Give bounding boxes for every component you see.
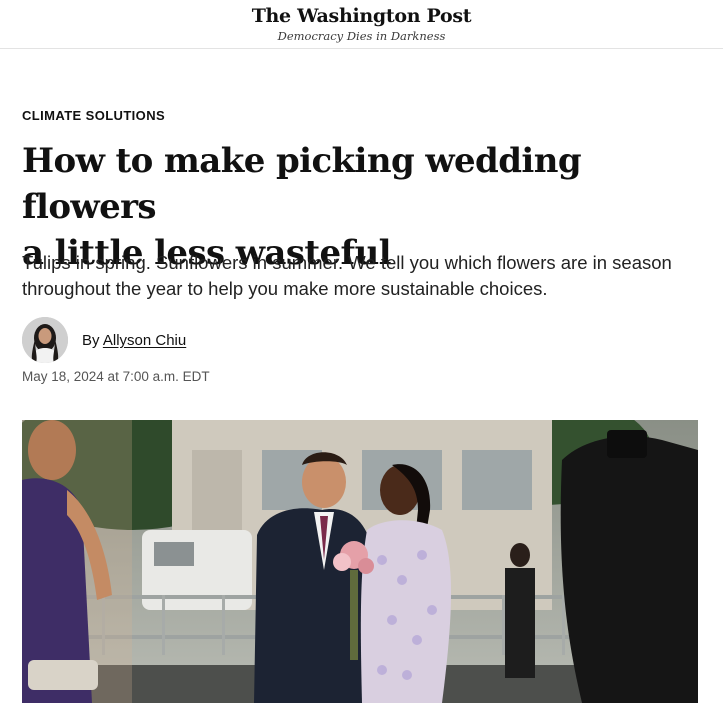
headline-line-1: How to make picking wedding flowers [22,141,582,227]
wedding-couple-photo-icon [22,420,698,703]
masthead-tagline: Democracy Dies in Darkness [277,29,446,43]
author-link[interactable]: Allyson Chiu [103,332,186,349]
author-avatar[interactable] [22,317,68,363]
section-kicker[interactable]: CLIMATE SOLUTIONS [22,108,165,123]
publish-timestamp: May 18, 2024 at 7:00 a.m. EDT [22,369,210,384]
byline-prefix: By [82,332,100,349]
author-portrait-icon [22,317,68,363]
lead-image[interactable] [22,420,698,703]
site-header: The Washington Post Democracy Dies in Da… [0,0,723,49]
byline: By Allyson Chiu [82,332,186,349]
masthead-logo[interactable]: The Washington Post [0,5,723,27]
article-dek: Tulips in spring. Sunflowers in summer. … [22,252,672,299]
